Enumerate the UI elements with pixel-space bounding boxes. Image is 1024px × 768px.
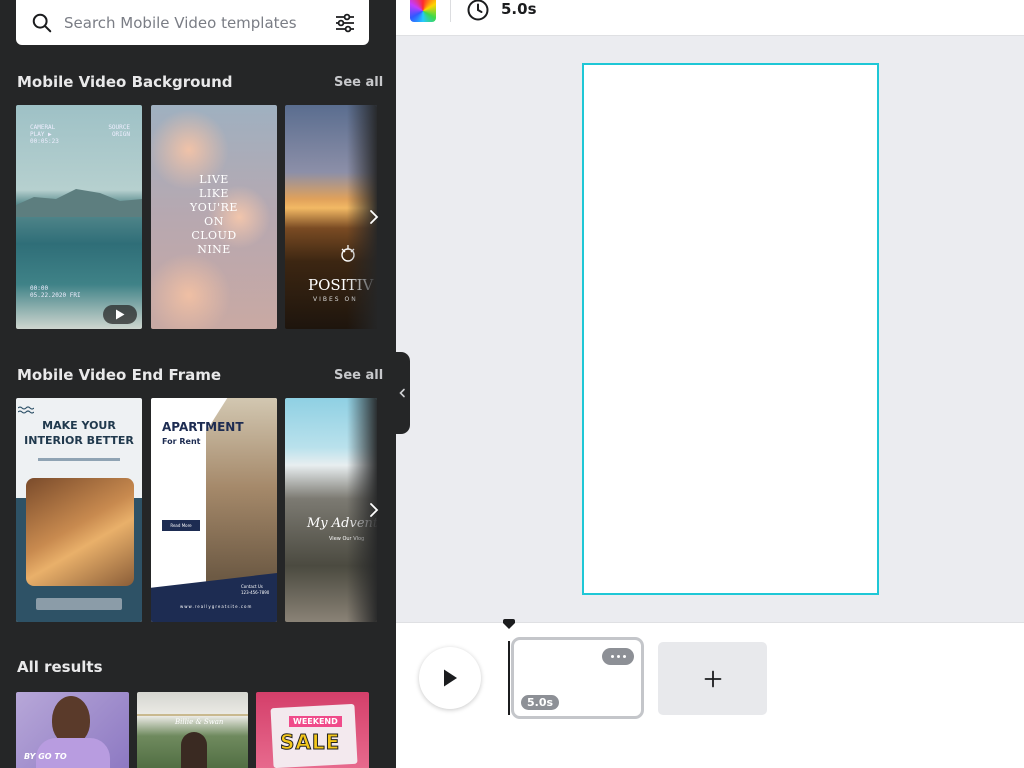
thumb-cta: Read More: [162, 520, 200, 531]
result-thumb-sale[interactable]: WEEKEND SALE: [256, 692, 369, 768]
see-all-end-frame[interactable]: See all: [334, 368, 383, 383]
section-title-background: Mobile Video Background: [17, 73, 233, 91]
editor-toolbar: 5.0s: [396, 0, 1024, 36]
thumb-title-text: Billie & Swan: [175, 718, 224, 726]
search-bar[interactable]: [16, 0, 369, 45]
playhead-marker-icon[interactable]: [502, 619, 516, 629]
color-picker-icon[interactable]: [410, 0, 436, 22]
video-badge: [103, 305, 137, 324]
toolbar-divider: [450, 0, 451, 22]
thumb-subtitle-line: [38, 458, 120, 461]
design-page[interactable]: [582, 63, 879, 595]
thumb-overlay-text: CAMERAL PLAY ▶ 00:05:23: [30, 124, 59, 145]
thumb-contact-text: Contact Us 123-456-7890: [241, 584, 270, 595]
more-options-icon[interactable]: [602, 648, 634, 665]
thumb-cta: [36, 598, 122, 610]
thumb-divider: [137, 714, 248, 716]
chevron-right-icon[interactable]: [366, 207, 382, 227]
thumb-overlay-text: SOURCE ORIGN: [108, 124, 130, 138]
section-title-all-results: All results: [17, 658, 103, 676]
search-input[interactable]: [64, 13, 314, 32]
playhead-line[interactable]: [508, 641, 510, 715]
collapse-panel-handle[interactable]: [393, 352, 410, 434]
clip-duration-badge: 5.0s: [521, 695, 560, 710]
page-duration[interactable]: 5.0s: [501, 0, 537, 18]
template-thumb-adventure[interactable]: My Adventur View Our Vlog: [285, 398, 377, 622]
thumb-sub-text: For Rent: [162, 437, 201, 446]
timeline-clip[interactable]: 5.0s: [511, 637, 644, 719]
play-icon: [116, 309, 125, 320]
thumb-title-text: MAKE YOUR INTERIOR BETTER: [24, 419, 134, 447]
thumb-title-text: APARTMENT: [162, 420, 244, 434]
template-thumb-interior[interactable]: MAKE YOUR INTERIOR BETTER: [16, 398, 142, 622]
template-thumb-ocean[interactable]: CAMERAL PLAY ▶ 00:05:23 SOURCE ORIGN 00:…: [16, 105, 142, 329]
mountain-shape: [16, 189, 142, 217]
clock-icon[interactable]: [466, 0, 490, 22]
thumb-quote-text: LIVE LIKE YOU'RE ON CLOUD NINE: [190, 173, 238, 256]
template-thumb-apartment[interactable]: APARTMENT For Rent Read More Contact Us …: [151, 398, 277, 622]
chevron-left-icon: [398, 388, 405, 398]
chevron-right-icon[interactable]: [366, 500, 382, 520]
play-button[interactable]: [419, 647, 481, 709]
section-title-end-frame: Mobile Video End Frame: [17, 366, 222, 384]
thumb-url-text: www.reallygreatsite.com: [180, 604, 253, 609]
thumb-face: [52, 696, 90, 744]
filter-icon[interactable]: [333, 11, 357, 35]
templates-panel: Mobile Video Background See all CAMERAL …: [0, 0, 396, 768]
template-thumb-clouds[interactable]: LIVE LIKE YOU'RE ON CLOUD NINE: [151, 105, 277, 329]
result-thumb-wedding[interactable]: Billie & Swan: [137, 692, 248, 768]
see-all-background[interactable]: See all: [334, 75, 383, 90]
play-icon: [444, 669, 457, 687]
thumb-figure: [181, 732, 207, 768]
thumb-title-text: BY GO TO: [24, 752, 67, 761]
timeline: 5.0s: [396, 619, 1024, 768]
result-thumb-portrait[interactable]: BY GO TO: [16, 692, 129, 768]
search-icon: [32, 13, 52, 32]
template-thumb-sunset[interactable]: POSITIV VIBES ON: [285, 105, 377, 329]
thumb-title-text: SALE: [279, 730, 341, 755]
add-page-button[interactable]: [658, 642, 767, 715]
thumb-sub-text: WEEKEND: [289, 716, 342, 727]
thumb-overlay-text: 00:00 05.22.2020 FRI: [30, 285, 81, 299]
thumb-photo: [26, 478, 134, 586]
plus-icon: [704, 670, 721, 687]
wave-icon: [18, 406, 34, 414]
